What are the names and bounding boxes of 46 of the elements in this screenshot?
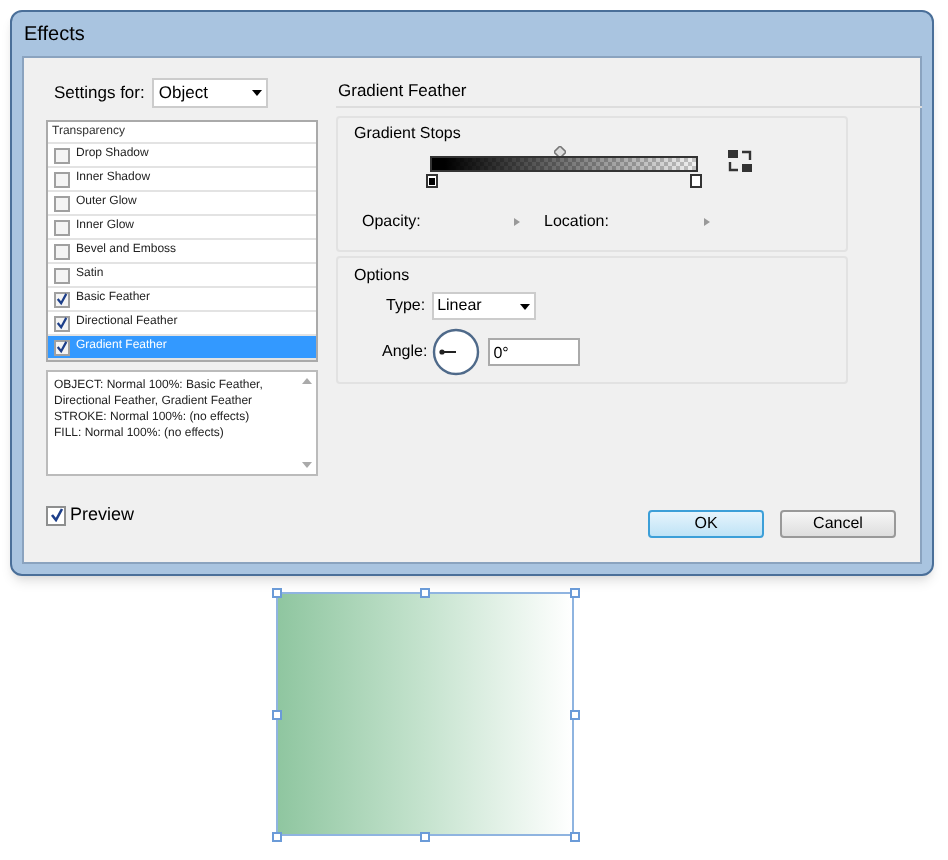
caret-icon	[519, 303, 530, 309]
selection-handle[interactable]	[570, 832, 580, 842]
caret-icon	[252, 89, 263, 95]
gradient-stop-icon[interactable]	[426, 174, 438, 188]
selection-handle[interactable]	[570, 710, 580, 720]
effect-checkbox[interactable]	[54, 339, 70, 355]
dialog-button[interactable]: Cancel	[780, 510, 896, 538]
effect-checkbox[interactable]	[54, 147, 70, 163]
selection-handle[interactable]	[570, 588, 580, 598]
selection-handle[interactable]	[420, 832, 430, 842]
type-dropdown[interactable]: Linear	[431, 292, 536, 320]
scroll-up-icon[interactable]	[302, 378, 312, 384]
effect-checkbox[interactable]	[54, 243, 70, 259]
opacity-label: Opacity:	[362, 210, 423, 234]
scroll-down-icon[interactable]	[302, 462, 312, 468]
panel-title: Gradient Feather	[336, 76, 922, 108]
effect-checkbox[interactable]	[54, 219, 70, 235]
angle-label: Angle:	[382, 340, 428, 364]
effect-checkbox[interactable]	[54, 315, 70, 331]
preview-checkbox[interactable]	[46, 505, 66, 526]
type-label: Type:	[386, 294, 426, 318]
location-label: Location:	[544, 210, 611, 234]
checkmark-icon	[49, 508, 63, 523]
settings-dropdown[interactable]: Object	[152, 77, 269, 107]
group-title: Options	[354, 264, 410, 288]
reverse-gradient-icon[interactable]	[728, 150, 752, 172]
settings-for-label: Settings for:	[54, 79, 145, 105]
preview-label: Preview	[70, 502, 135, 528]
effect-checkbox[interactable]	[54, 171, 70, 187]
selection-handle[interactable]	[272, 832, 282, 842]
window-title: Effects	[22, 21, 85, 49]
angle-dial[interactable]	[431, 328, 480, 376]
slider-arrow-icon[interactable]	[704, 218, 710, 226]
slider-arrow-icon[interactable]	[514, 218, 520, 226]
selection-handle[interactable]	[272, 710, 282, 720]
effect-checkbox[interactable]	[54, 267, 70, 283]
dialog-button[interactable]: OK	[648, 510, 764, 538]
angle-field[interactable]: 0°	[487, 338, 580, 366]
gradient-rectangle[interactable]	[276, 592, 574, 836]
gradient-ramp[interactable]	[430, 156, 698, 172]
group-title: Gradient Stops	[354, 122, 461, 146]
selection-handle[interactable]	[272, 588, 282, 598]
selection-handle[interactable]	[420, 588, 430, 598]
effect-checkbox[interactable]	[54, 291, 70, 307]
effect-checkbox[interactable]	[54, 195, 70, 211]
gradient-stop-icon[interactable]	[690, 174, 702, 188]
